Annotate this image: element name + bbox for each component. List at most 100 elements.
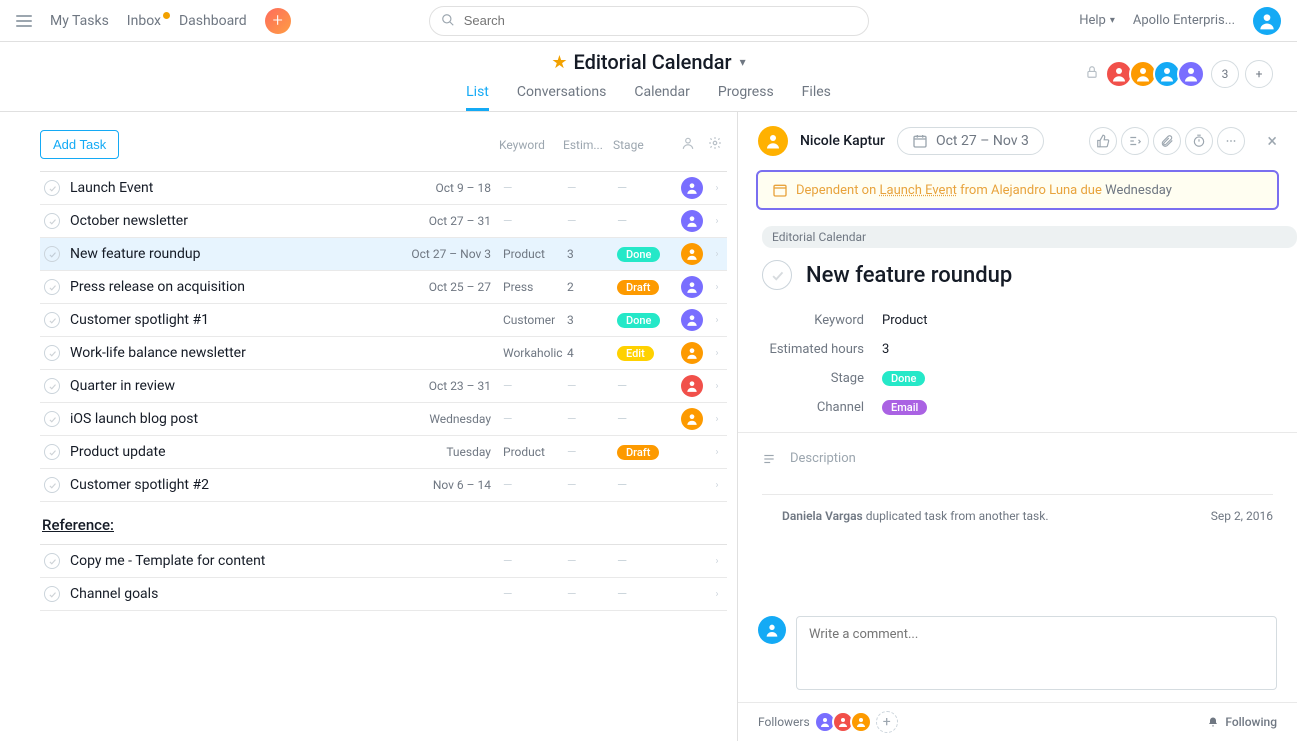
complete-toggle[interactable] <box>44 444 60 460</box>
task-row[interactable]: iOS launch blog postWednesday———› <box>40 403 727 436</box>
add-follower-button[interactable]: + <box>876 711 898 733</box>
task-keyword: — <box>497 478 567 492</box>
close-icon[interactable]: × <box>1267 131 1277 152</box>
task-assignee[interactable] <box>677 309 707 331</box>
attachment-button[interactable] <box>1153 127 1181 155</box>
task-row[interactable]: New feature roundupOct 27 – Nov 3Product… <box>40 238 727 271</box>
complete-toggle[interactable] <box>44 180 60 196</box>
complete-toggle[interactable] <box>44 586 60 602</box>
like-button[interactable] <box>1089 127 1117 155</box>
task-assignee[interactable] <box>677 342 707 364</box>
task-assignee[interactable] <box>677 210 707 232</box>
complete-toggle[interactable] <box>44 279 60 295</box>
field-keyword-value[interactable]: Product <box>882 313 927 328</box>
complete-task-button[interactable] <box>762 260 792 290</box>
task-row[interactable]: Copy me - Template for content———› <box>40 545 727 578</box>
star-icon[interactable]: ★ <box>551 52 567 73</box>
field-est-label: Estimated hours <box>762 342 882 357</box>
task-row[interactable]: Customer spotlight #1Customer3Done› <box>40 304 727 337</box>
task-assignee[interactable] <box>677 408 707 430</box>
task-date: Tuesday <box>407 445 497 459</box>
description-row[interactable]: Description <box>738 432 1297 484</box>
tab-list[interactable]: List <box>466 84 489 111</box>
nav-inbox[interactable]: Inbox <box>127 13 161 29</box>
task-row[interactable]: Product updateTuesdayProduct—Draft› <box>40 436 727 469</box>
task-stage: — <box>617 181 677 196</box>
task-keyword: Customer <box>497 313 567 327</box>
assignee-name[interactable]: Nicole Kaptur <box>800 133 885 149</box>
field-channel-value[interactable]: Email <box>882 400 927 415</box>
task-title[interactable]: New feature roundup <box>806 263 1012 288</box>
task-keyword: Product <box>497 247 567 261</box>
task-row[interactable]: Quarter in reviewOct 23 – 31———› <box>40 370 727 403</box>
more-actions-button[interactable] <box>1217 127 1245 155</box>
gear-icon[interactable] <box>703 136 727 153</box>
search-input[interactable] <box>429 6 869 36</box>
complete-toggle[interactable] <box>44 213 60 229</box>
complete-toggle[interactable] <box>44 312 60 328</box>
complete-toggle[interactable] <box>44 411 60 427</box>
dependency-icon <box>772 182 788 198</box>
task-name: Customer spotlight #1 <box>70 312 407 328</box>
task-row[interactable]: Press release on acquisitionOct 25 – 27P… <box>40 271 727 304</box>
add-member-button[interactable]: + <box>1245 60 1273 88</box>
nav-dashboard[interactable]: Dashboard <box>179 13 247 29</box>
task-assignee[interactable] <box>677 177 707 199</box>
task-name: Quarter in review <box>70 378 407 394</box>
user-avatar[interactable] <box>1253 7 1281 35</box>
field-est-value[interactable]: 3 <box>882 342 889 357</box>
members-overflow[interactable]: 3 <box>1211 60 1239 88</box>
tab-calendar[interactable]: Calendar <box>634 84 690 111</box>
tab-progress[interactable]: Progress <box>718 84 774 111</box>
task-name: October newsletter <box>70 213 407 229</box>
task-estimated: 3 <box>567 313 617 327</box>
project-chip[interactable]: Editorial Calendar <box>762 226 1297 248</box>
task-estimated: 2 <box>567 280 617 294</box>
lock-icon <box>1085 65 1099 83</box>
task-row[interactable]: Channel goals———› <box>40 578 727 611</box>
quick-add-button[interactable]: + <box>265 8 291 34</box>
task-keyword: Product <box>497 445 567 459</box>
tab-files[interactable]: Files <box>802 84 831 111</box>
dep-task-link[interactable]: Launch Event <box>880 183 957 198</box>
timer-button[interactable] <box>1185 127 1213 155</box>
task-date: Wednesday <box>407 412 497 426</box>
field-stage-value[interactable]: Done <box>882 371 925 386</box>
task-assignee[interactable] <box>677 276 707 298</box>
task-row[interactable]: October newsletterOct 27 – 31———› <box>40 205 727 238</box>
complete-toggle[interactable] <box>44 345 60 361</box>
task-row[interactable]: Work-life balance newsletterWorkaholic4E… <box>40 337 727 370</box>
comment-input[interactable] <box>796 616 1277 690</box>
project-title-row[interactable]: ★ Editorial Calendar ▾ <box>551 50 745 74</box>
complete-toggle[interactable] <box>44 378 60 394</box>
add-task-button[interactable]: Add Task <box>40 130 119 159</box>
section-reference[interactable]: Reference: <box>40 502 727 544</box>
complete-toggle[interactable] <box>44 553 60 569</box>
tab-conversations[interactable]: Conversations <box>517 84 606 111</box>
due-date[interactable]: Oct 27 – Nov 3 <box>897 127 1044 155</box>
follower-avatar[interactable] <box>850 711 872 733</box>
subtask-button[interactable] <box>1121 127 1149 155</box>
chevron-down-icon[interactable]: ▾ <box>740 55 746 69</box>
dep-due: Wednesday <box>1105 183 1172 198</box>
workspace-name[interactable]: Apollo Enterpris... <box>1133 13 1235 28</box>
task-assignee[interactable] <box>677 243 707 265</box>
task-row[interactable]: Customer spotlight #2Nov 6 – 14———› <box>40 469 727 502</box>
chevron-right-icon: › <box>707 480 727 491</box>
task-stage: Draft <box>617 280 677 295</box>
complete-toggle[interactable] <box>44 246 60 262</box>
help-menu[interactable]: Help ▾ <box>1079 13 1115 28</box>
member-avatar[interactable] <box>1177 60 1205 88</box>
following-toggle[interactable]: Following <box>1207 715 1277 729</box>
task-estimated: — <box>567 412 617 426</box>
task-assignee[interactable] <box>677 375 707 397</box>
dependency-banner[interactable]: Dependent on Launch Event from Alejandro… <box>756 170 1279 210</box>
task-name: Press release on acquisition <box>70 279 407 295</box>
task-estimated: — <box>567 181 617 195</box>
task-row[interactable]: Launch EventOct 9 – 18———› <box>40 172 727 205</box>
complete-toggle[interactable] <box>44 477 60 493</box>
task-name: Customer spotlight #2 <box>70 477 407 493</box>
nav-my-tasks[interactable]: My Tasks <box>50 13 109 29</box>
assignee-avatar[interactable] <box>758 126 788 156</box>
menu-icon[interactable] <box>16 15 32 27</box>
